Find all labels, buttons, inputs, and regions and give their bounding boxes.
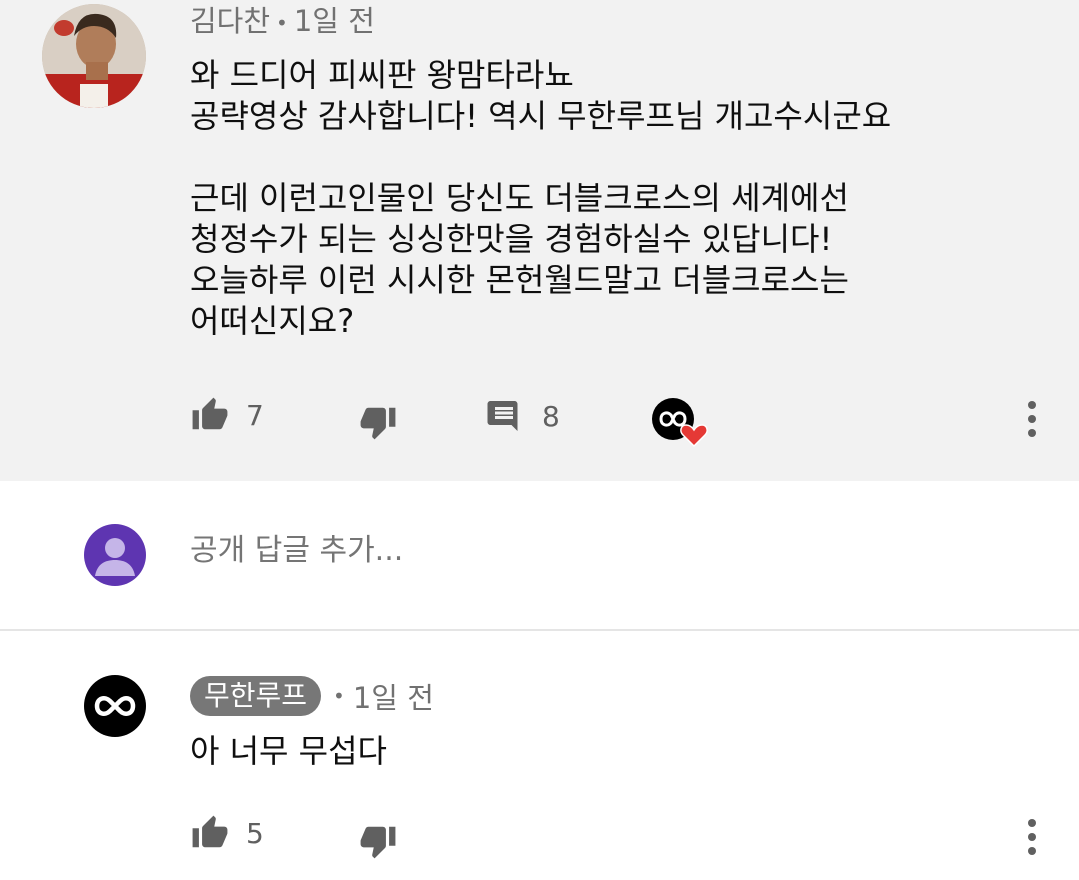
reply-like-button[interactable]: 5 [190, 814, 264, 852]
add-reply-row [0, 481, 1079, 629]
reply-count: 8 [542, 399, 560, 433]
comment-line: 어떠신지요? [190, 302, 355, 340]
creator-badge[interactable]: 무한루프 [190, 676, 322, 716]
comment-thread: 김다찬 • 1일 전 와 드디어 피씨판 왕맘타라뇨 공략영상 감사합니다! 역시 … [0, 0, 1079, 481]
comment-line: 와 드디어 피씨판 왕맘타라뇨 [190, 56, 574, 94]
comment-line: 오늘하루 이런 시시한 몬헌월드말고 더블크로스는 [190, 261, 849, 299]
like-button[interactable]: 7 [190, 396, 264, 434]
reply-more-button[interactable] [1020, 818, 1044, 856]
creator-heart [652, 398, 710, 450]
dislike-button[interactable] [358, 403, 398, 441]
comment-line: 청정수가 되는 싱싱한맛을 경험하실수 있답니다! [190, 220, 833, 258]
more-vert-icon [1020, 400, 1044, 438]
comment-more-button[interactable] [1020, 400, 1044, 438]
comment-time: 1일 전 [293, 4, 375, 38]
comment-body: 와 드디어 피씨판 왕맘타라뇨 공략영상 감사합니다! 역시 무한루프님 개고수… [190, 55, 1050, 342]
thumb-down-icon [358, 822, 398, 860]
reply-body: 아 너무 무섭다 [190, 732, 387, 770]
thumb-down-icon [358, 403, 398, 441]
comment-line-blank [190, 137, 1050, 178]
reply-dislike-button[interactable] [358, 822, 398, 860]
divider [0, 629, 1079, 631]
user-avatar [84, 524, 146, 586]
creator-heart-icon [652, 398, 710, 450]
meta-separator: • [333, 684, 345, 708]
like-count: 7 [246, 398, 264, 432]
comment-icon [486, 398, 522, 434]
reply-time: 1일 전 [352, 681, 434, 715]
reply-author-avatar[interactable] [84, 675, 146, 737]
comment-meta: 김다찬 • 1일 전 [190, 3, 375, 41]
more-vert-icon [1020, 818, 1044, 856]
reply-meta: 무한루프 • 1일 전 [190, 675, 434, 717]
reply-count-button[interactable]: 8 [486, 398, 560, 434]
add-reply-input[interactable] [190, 533, 990, 568]
thumb-up-icon [190, 396, 230, 434]
reply-like-count: 5 [246, 816, 264, 850]
comment-author[interactable]: 김다찬 [190, 4, 270, 38]
commenter-avatar[interactable] [42, 4, 146, 108]
comment-line: 공략영상 감사합니다! 역시 무한루프님 개고수시군요 [190, 97, 892, 135]
thumb-up-icon [190, 814, 230, 852]
meta-separator: • [276, 11, 288, 35]
comment-line: 근데 이런고인물인 당신도 더블크로스의 세계에선 [190, 179, 849, 217]
